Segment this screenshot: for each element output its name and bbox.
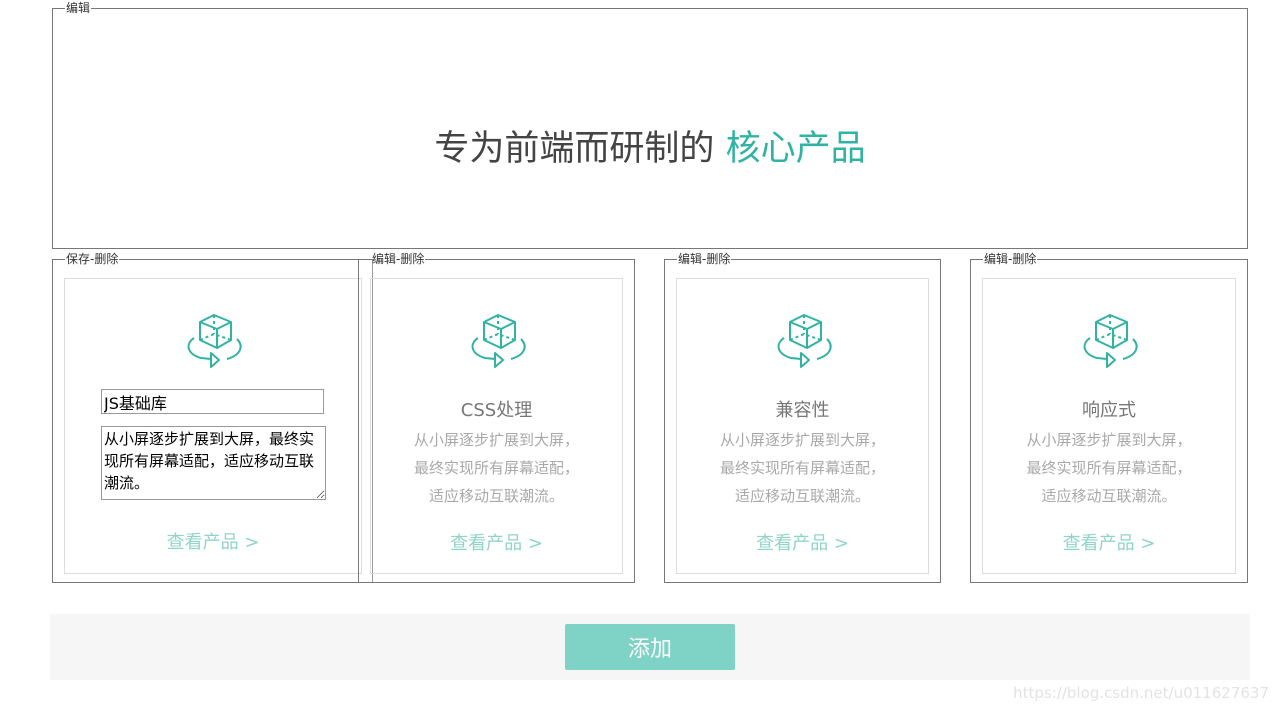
product-card-editing: 保存-删除 从小屏逐步扩展到大屏，最终实现所有屏幕适配，适应移动互联潮流。 查看… [52, 253, 362, 583]
rotating-cube-icon [471, 314, 526, 368]
card-title: 响应式 [1082, 400, 1136, 421]
description-line: 从小屏逐步扩展到大屏， [1026, 431, 1192, 449]
banner-legend: 编辑 [65, 2, 91, 14]
add-button[interactable]: 添加 [565, 624, 735, 670]
card-title: 兼容性 [775, 400, 830, 421]
card-description: 从小屏逐步扩展到大屏， 最终实现所有屏幕适配， 适应移动互联潮流。 [371, 426, 622, 510]
delete-link[interactable]: 删除 [400, 252, 424, 266]
product-card: 编辑-删除 响应式 从小屏逐步扩展到大屏， 最终实现所有屏幕适配， 适应移动互联… [970, 253, 1248, 583]
title-input[interactable] [101, 389, 324, 414]
description-line: 从小屏逐步扩展到大屏， [413, 431, 579, 449]
view-product-link[interactable]: 查看产品 > [65, 528, 361, 554]
card-inner: CSS处理 从小屏逐步扩展到大屏， 最终实现所有屏幕适配， 适应移动互联潮流。 … [370, 278, 623, 574]
edit-link[interactable]: 编辑 [372, 252, 396, 266]
save-link[interactable]: 保存 [66, 252, 90, 266]
card-title: CSS处理 [460, 400, 533, 421]
edit-link[interactable]: 编辑 [984, 252, 1008, 266]
delete-link[interactable]: 删除 [1012, 252, 1036, 266]
card-legend: 编辑-删除 [371, 253, 425, 265]
card-inner: 从小屏逐步扩展到大屏，最终实现所有屏幕适配，适应移动互联潮流。 查看产品 > [64, 278, 362, 574]
edit-link[interactable]: 编辑 [678, 252, 702, 266]
card-legend: 编辑-删除 [677, 253, 731, 265]
description-line: 最终实现所有屏幕适配， [719, 459, 885, 477]
banner-edit-link[interactable]: 编辑 [66, 1, 90, 15]
rotating-cube-icon [187, 314, 242, 368]
description-line: 适应移动互联潮流。 [428, 487, 564, 505]
card-description: 从小屏逐步扩展到大屏， 最终实现所有屏幕适配， 适应移动互联潮流。 [983, 426, 1235, 510]
headline-accent: 核心产品 [725, 129, 866, 169]
description-line: 适应移动互联潮流。 [734, 487, 870, 505]
footer-bar: 添加 [50, 614, 1250, 680]
delete-link[interactable]: 删除 [706, 252, 730, 266]
card-legend: 编辑-删除 [983, 253, 1037, 265]
product-card: 编辑-删除 兼容性 从小屏逐步扩展到大屏， 最终实现所有屏幕适配， 适应移动互联… [664, 253, 941, 583]
watermark: https://blog.csdn.net/u011627637 [1013, 684, 1269, 702]
description-line: 最终实现所有屏幕适配， [1026, 459, 1192, 477]
card-legend: 保存-删除 [65, 253, 119, 265]
card-inner: 兼容性 从小屏逐步扩展到大屏， 最终实现所有屏幕适配， 适应移动互联潮流。 查看… [676, 278, 929, 574]
card-inner: 响应式 从小屏逐步扩展到大屏， 最终实现所有屏幕适配， 适应移动互联潮流。 查看… [982, 278, 1236, 574]
banner-headline: 专为前端而研制的 核心产品 [53, 120, 1247, 171]
card-description: 从小屏逐步扩展到大屏， 最终实现所有屏幕适配， 适应移动互联潮流。 [677, 426, 928, 510]
banner-fieldset: 编辑 专为前端而研制的 核心产品 [52, 2, 1248, 249]
view-product-link[interactable]: 查看产品 > [677, 529, 928, 555]
rotating-cube-icon [1083, 314, 1138, 368]
headline-main: 专为前端而研制的 [434, 129, 715, 169]
delete-link[interactable]: 删除 [94, 252, 118, 266]
description-line: 适应移动互联潮流。 [1041, 487, 1177, 505]
rotating-cube-icon [777, 314, 832, 368]
description-textarea[interactable]: 从小屏逐步扩展到大屏，最终实现所有屏幕适配，适应移动互联潮流。 [101, 426, 326, 500]
product-card: 编辑-删除 CSS处理 从小屏逐步扩展到大屏， 最终实现所有屏幕适配， 适应移动… [358, 253, 635, 583]
view-product-link[interactable]: 查看产品 > [983, 529, 1235, 555]
description-line: 从小屏逐步扩展到大屏， [719, 431, 885, 449]
description-line: 最终实现所有屏幕适配， [413, 459, 579, 477]
view-product-link[interactable]: 查看产品 > [371, 529, 622, 555]
